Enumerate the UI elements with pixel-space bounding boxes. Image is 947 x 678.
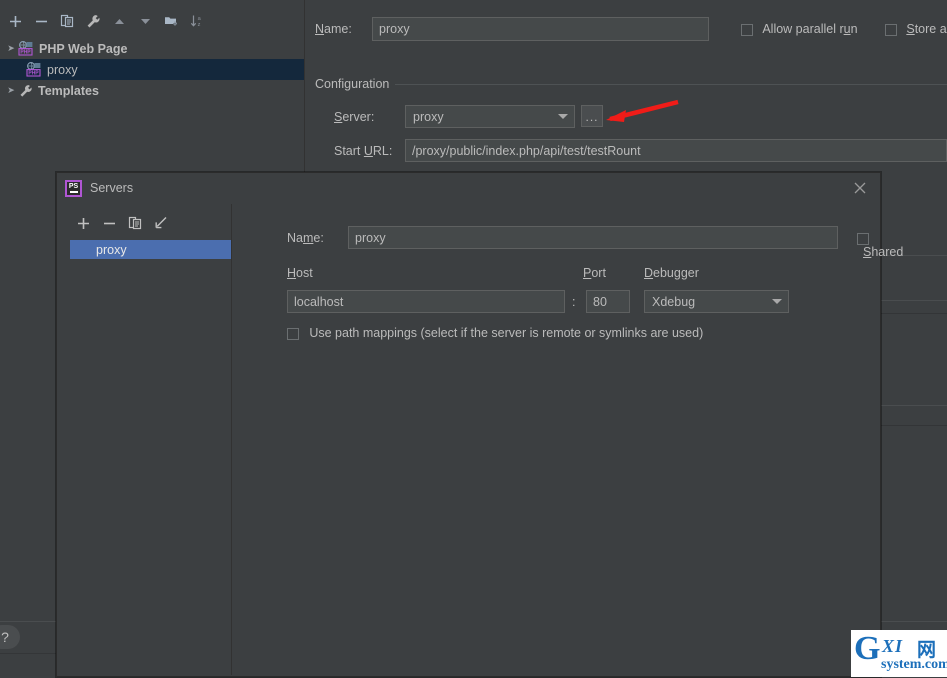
start-url-label: Start URL: <box>334 144 393 158</box>
checkbox-box[interactable] <box>741 23 753 36</box>
servers-list-panel: proxy <box>58 204 232 675</box>
name-input[interactable]: proxy <box>372 17 709 41</box>
checkbox-box[interactable] <box>857 232 869 245</box>
tree-node-label: proxy <box>47 62 78 77</box>
port-label: Port <box>583 266 606 280</box>
servers-dialog-titlebar: PS Servers <box>57 173 880 203</box>
debugger-value: Xdebug <box>652 294 696 309</box>
edit-templates-wrench-icon[interactable] <box>82 10 104 32</box>
checkbox-box[interactable] <box>287 327 299 340</box>
chevron-down-icon[interactable] <box>772 299 782 304</box>
close-icon[interactable] <box>852 180 868 196</box>
host-label: Host <box>287 266 313 280</box>
help-button-label: ? <box>1 629 9 645</box>
watermark-xi: XI <box>882 636 904 656</box>
wrench-icon <box>18 83 34 99</box>
section-divider <box>395 84 947 85</box>
shared-label: Shared <box>863 245 904 259</box>
store-as-project-file-checkbox[interactable]: Store a <box>885 22 947 36</box>
import-server-icon[interactable] <box>150 212 172 234</box>
php-web-page-icon: PHP <box>26 62 42 77</box>
allow-parallel-run-checkbox[interactable]: Allow parallel run <box>741 22 858 36</box>
host-input[interactable]: localhost <box>287 290 565 313</box>
allow-parallel-run-label: Allow parallel run <box>762 22 858 36</box>
svg-text:a: a <box>197 16 201 22</box>
tree-node-proxy[interactable]: PHP proxy <box>0 59 304 80</box>
add-icon[interactable] <box>4 10 26 32</box>
watermark-domain: system.com <box>881 657 947 672</box>
servers-list-toolbar <box>58 212 231 236</box>
new-folder-icon[interactable] <box>160 10 182 32</box>
server-label: Server: <box>334 110 375 124</box>
chevron-down-icon[interactable]: ➤ <box>4 43 18 54</box>
server-name-value: proxy <box>355 230 386 245</box>
remove-server-icon[interactable] <box>98 212 120 234</box>
name-input-value: proxy <box>379 22 410 36</box>
port-value: 80 <box>593 294 607 309</box>
svg-text:z: z <box>197 22 200 28</box>
chevron-right-icon[interactable]: ➤ <box>4 85 18 96</box>
server-list-item-label: proxy <box>96 242 127 257</box>
servers-dialog: PS Servers proxy Name: proxy Shared Host… <box>56 172 903 677</box>
debugger-select[interactable]: Xdebug <box>644 290 789 313</box>
svg-text:PHP: PHP <box>20 50 31 56</box>
copy-configuration-icon[interactable] <box>56 10 78 32</box>
server-list-item-proxy[interactable]: proxy <box>70 240 231 259</box>
phpstorm-app-icon-underline <box>69 191 78 193</box>
server-browse-label: ... <box>585 110 599 124</box>
add-server-icon[interactable] <box>72 212 94 234</box>
chevron-down-icon[interactable] <box>558 114 568 119</box>
server-details-panel: Name: proxy Shared Host Port Debugger lo… <box>231 204 903 675</box>
server-browse-button[interactable]: ... <box>581 105 603 127</box>
configurations-toolbar: a z <box>0 10 304 36</box>
port-input[interactable]: 80 <box>586 290 630 313</box>
use-path-mappings-checkbox[interactable]: Use path mappings (select if the server … <box>287 326 703 340</box>
php-web-page-icon: PHP <box>18 41 34 56</box>
start-url-value: /proxy/public/index.php/api/test/testRou… <box>412 143 641 158</box>
host-value: localhost <box>294 294 344 309</box>
start-url-input[interactable]: /proxy/public/index.php/api/test/testRou… <box>405 139 947 162</box>
use-path-mappings-label: Use path mappings (select if the server … <box>309 326 704 340</box>
move-down-icon[interactable] <box>134 10 156 32</box>
tree-node-php-web-page[interactable]: ➤ PHP PHP Web Page <box>0 38 304 59</box>
shared-checkbox[interactable]: Shared <box>857 231 903 259</box>
svg-text:PHP: PHP <box>28 71 39 77</box>
copy-server-icon[interactable] <box>124 212 146 234</box>
store-as-project-file-label: Store a <box>906 22 947 36</box>
move-up-icon[interactable] <box>108 10 130 32</box>
tree-node-templates[interactable]: ➤ Templates <box>0 80 304 101</box>
servers-dialog-title: Servers <box>90 181 134 195</box>
host-port-separator: : <box>572 295 576 309</box>
configurations-tree: ➤ PHP PHP Web Page PHP proxy ➤ Templates <box>0 38 304 101</box>
server-name-input[interactable]: proxy <box>348 226 838 249</box>
server-select[interactable]: proxy <box>405 105 575 128</box>
watermark: G XI 网 system.com <box>851 630 947 677</box>
checkbox-box[interactable] <box>885 23 897 36</box>
server-name-label: Name: <box>287 231 324 245</box>
watermark-g: G <box>854 630 881 667</box>
tree-node-label: Templates <box>38 83 99 98</box>
servers-list: proxy <box>70 240 231 259</box>
configuration-section-label: Configuration <box>315 77 390 91</box>
phpstorm-app-icon: PS <box>65 180 82 197</box>
sort-alphabetically-icon[interactable]: a z <box>186 10 208 32</box>
tree-node-label: PHP Web Page <box>39 41 128 56</box>
name-label: Name: <box>315 22 352 36</box>
debugger-label: Debugger <box>644 266 699 280</box>
remove-icon[interactable] <box>30 10 52 32</box>
phpstorm-app-icon-text: PS <box>68 183 79 191</box>
server-select-value: proxy <box>413 109 444 124</box>
